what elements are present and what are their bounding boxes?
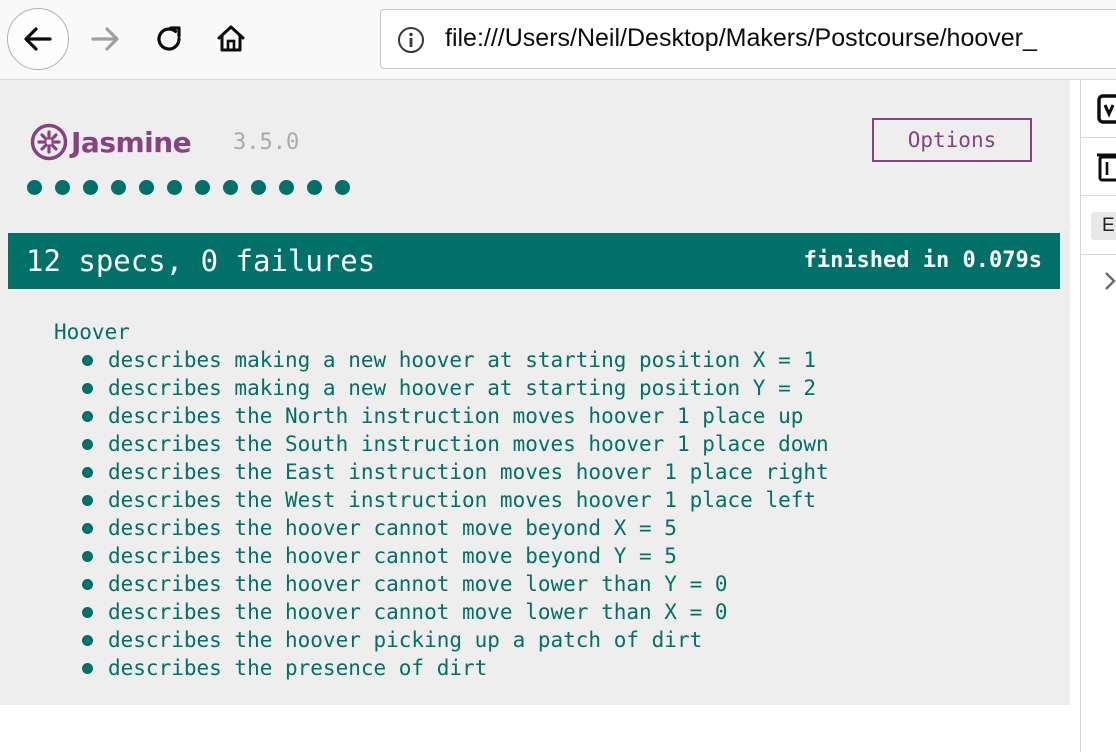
url-text[interactable]: file:///Users/Neil/Desktop/Makers/Postco… [445, 24, 1037, 53]
spec-link[interactable]: describes the North instruction moves ho… [108, 404, 803, 428]
spec-passed-bullet [82, 438, 93, 450]
spec-link[interactable]: describes the West instruction moves hoo… [108, 488, 816, 512]
back-button[interactable] [7, 8, 69, 70]
devtools-actions-row [1081, 138, 1116, 196]
spec-passed-dot[interactable] [335, 180, 350, 195]
trash-icon[interactable] [1097, 150, 1116, 182]
spec-link[interactable]: describes the hoover cannot move lower t… [108, 600, 728, 624]
spec-item: describes the South instruction moves ho… [82, 430, 829, 458]
spec-passed-dot[interactable] [223, 180, 238, 195]
spec-passed-bullet [82, 578, 93, 590]
devtools-panel: E [1080, 80, 1116, 752]
logo-text: Jasmine [71, 125, 192, 159]
spec-link[interactable]: describes making a new hoover at startin… [108, 376, 816, 400]
browser-toolbar: file:///Users/Neil/Desktop/Makers/Postco… [0, 0, 1116, 80]
spec-item: describes the hoover cannot move beyond … [82, 514, 829, 542]
spec-passed-dot[interactable] [111, 180, 126, 195]
options-button[interactable]: Options [872, 118, 1032, 162]
spec-passed-dot[interactable] [195, 180, 210, 195]
spec-item: describes making a new hoover at startin… [82, 346, 829, 374]
info-icon[interactable] [397, 26, 425, 54]
spec-item: describes the West instruction moves hoo… [82, 486, 829, 514]
devtools-toolbar-row [1081, 80, 1116, 138]
spec-passed-bullet [82, 634, 93, 646]
spec-passed-bullet [82, 606, 93, 618]
spec-link[interactable]: describes the hoover cannot move lower t… [108, 572, 728, 596]
spec-passed-bullet [82, 494, 93, 506]
jasmine-reporter: Jasmine 3.5.0 Options 12 specs, 0 failur… [0, 80, 1070, 705]
spec-item: describes the hoover picking up a patch … [82, 626, 829, 654]
home-icon [217, 25, 245, 52]
spec-link[interactable]: describes making a new hoover at startin… [108, 348, 816, 372]
spec-item: describes the hoover cannot move lower t… [82, 570, 829, 598]
forward-arrow-icon [91, 27, 119, 51]
suite-name[interactable]: Hoover [54, 318, 829, 346]
spec-link[interactable]: describes the East instruction moves hoo… [108, 460, 829, 484]
spec-passed-bullet [82, 662, 93, 674]
spec-passed-bullet [82, 354, 93, 366]
panel-icon[interactable] [1097, 94, 1116, 124]
spec-passed-dot[interactable] [251, 180, 266, 195]
spec-link[interactable]: describes the South instruction moves ho… [108, 432, 829, 456]
spec-item: describes the East instruction moves hoo… [82, 458, 829, 486]
jasmine-logo: Jasmine [30, 122, 192, 162]
spec-item: describes the North instruction moves ho… [82, 402, 829, 430]
spec-passed-bullet [82, 550, 93, 562]
spec-passed-bullet [82, 410, 93, 422]
spec-status-dots [27, 180, 363, 195]
spec-passed-dot[interactable] [83, 180, 98, 195]
devtools-divider [1081, 254, 1116, 255]
spec-link[interactable]: describes the presence of dirt [108, 656, 487, 680]
spec-link[interactable]: describes the hoover picking up a patch … [108, 628, 702, 652]
spec-passed-bullet [82, 522, 93, 534]
summary-bar: 12 specs, 0 failures finished in 0.079s [8, 233, 1060, 289]
spec-item: describes the presence of dirt [82, 654, 829, 682]
reload-icon [157, 26, 181, 51]
jasmine-version: 3.5.0 [233, 130, 300, 155]
spec-passed-dot[interactable] [27, 180, 42, 195]
spec-passed-dot[interactable] [279, 180, 294, 195]
spec-passed-bullet [82, 382, 93, 394]
spec-passed-bullet [82, 466, 93, 478]
reload-button[interactable] [138, 8, 200, 70]
spec-link[interactable]: describes the hoover cannot move beyond … [108, 544, 677, 568]
spec-link[interactable]: describes the hoover cannot move beyond … [108, 516, 677, 540]
spec-item: describes the hoover cannot move lower t… [82, 598, 829, 626]
jasmine-flower-icon [30, 123, 68, 161]
spec-passed-dot[interactable] [167, 180, 182, 195]
spec-passed-dot[interactable] [307, 180, 322, 195]
spec-passed-dot[interactable] [55, 180, 70, 195]
summary-text: 12 specs, 0 failures [26, 244, 376, 278]
forward-button[interactable] [74, 8, 136, 70]
spec-item: describes the hoover cannot move beyond … [82, 542, 829, 570]
duration-text: finished in 0.079s [803, 248, 1042, 273]
home-button[interactable] [200, 8, 262, 70]
address-bar[interactable]: file:///Users/Neil/Desktop/Makers/Postco… [380, 9, 1116, 69]
suite: Hoover describes making a new hoover at … [54, 318, 829, 682]
devtools-filter-chip[interactable]: E [1091, 212, 1116, 240]
spec-passed-dot[interactable] [139, 180, 154, 195]
back-arrow-icon [24, 27, 52, 51]
spec-list: describes making a new hoover at startin… [82, 346, 829, 682]
chevron-right-icon[interactable] [1103, 270, 1116, 292]
spec-item: describes making a new hoover at startin… [82, 374, 829, 402]
